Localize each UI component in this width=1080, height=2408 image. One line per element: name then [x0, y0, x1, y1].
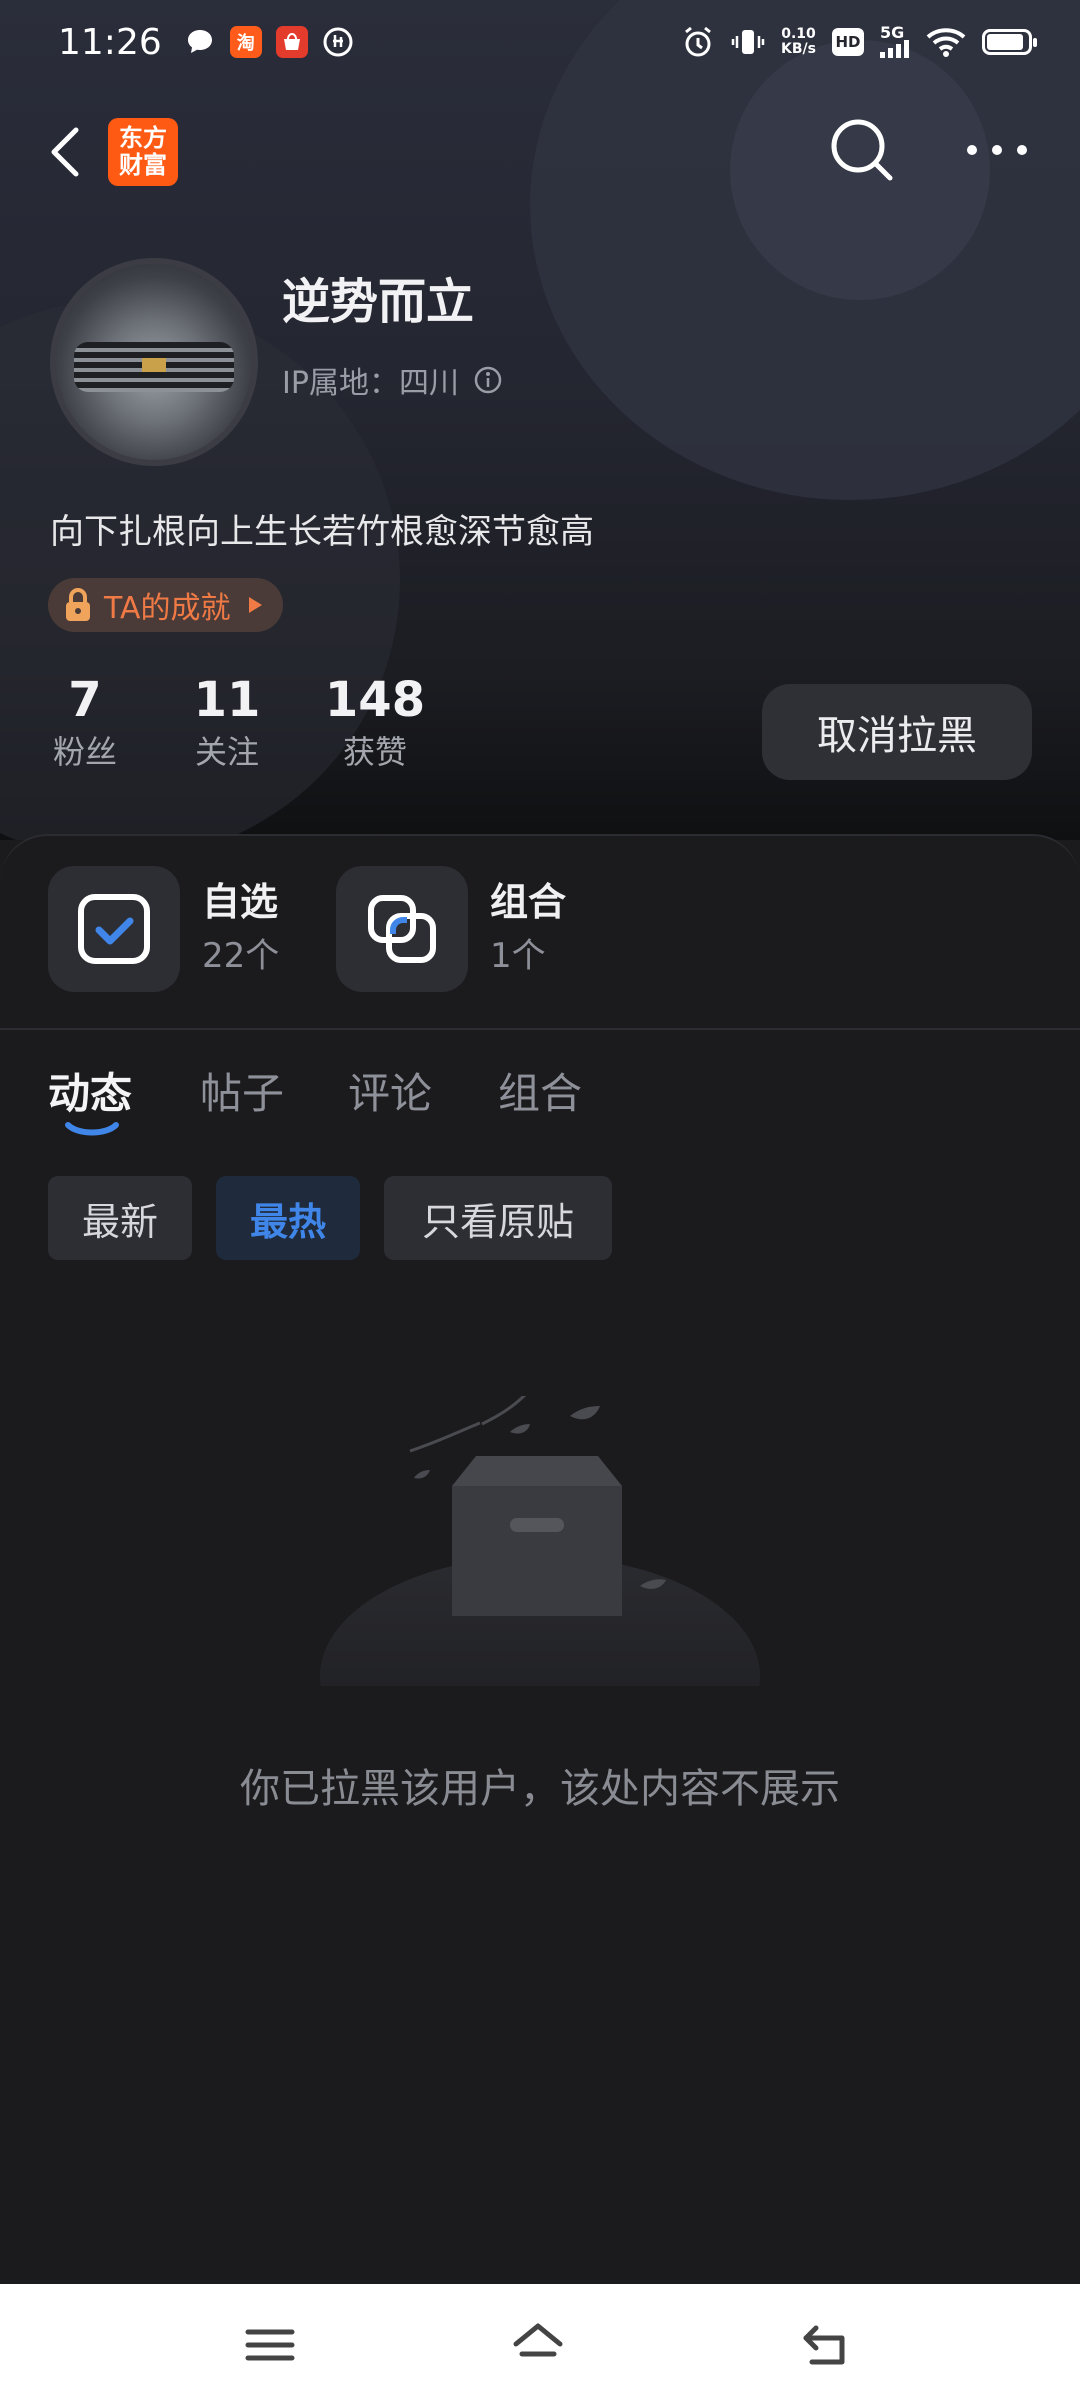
tab-comments[interactable]: 评论 [348, 1060, 432, 1121]
home-icon[interactable] [512, 2320, 564, 2370]
filter-hottest[interactable]: 最热 [216, 1176, 360, 1260]
search-icon[interactable] [826, 114, 898, 186]
signal-bars-icon [880, 40, 909, 58]
watchlist-check-icon [78, 894, 150, 964]
status-time: 11:26 [58, 21, 162, 63]
lock-icon [66, 588, 90, 621]
user-bio: 向下扎根向上生长若竹根愈深节愈高 [50, 512, 594, 552]
menu-icon[interactable] [244, 2320, 296, 2370]
notification-app-icon [323, 27, 353, 57]
filter-original-only[interactable]: 只看原贴 [384, 1176, 612, 1260]
shopping-app-icon [275, 26, 308, 58]
stat-likes[interactable]: 148 获赞 [320, 670, 430, 774]
portfolio-count: 1个 [490, 936, 546, 976]
content-sheet: 自选 22个 组合 1个 动态 帖子 评论 组合 最新 最热 只看原贴 你已拉黑… [0, 834, 1080, 2284]
avatar[interactable] [50, 258, 258, 466]
tab-activity[interactable]: 动态 [48, 1060, 132, 1121]
username: 逆势而立 [282, 274, 475, 330]
divider [0, 1028, 1080, 1030]
taobao-app-icon: 淘 [229, 26, 262, 58]
unblock-button[interactable]: 取消拉黑 [762, 684, 1032, 780]
message-icon [187, 30, 212, 53]
achievements-label: TA的成就 [104, 591, 231, 626]
ip-location: IP属地：四川 [282, 358, 503, 402]
vibrate-icon [731, 30, 765, 54]
portfolio-icon [368, 895, 436, 963]
battery-icon [982, 29, 1037, 55]
filter-latest[interactable]: 最新 [48, 1176, 192, 1260]
watchlist-entry[interactable]: 自选 22个 [48, 866, 279, 992]
portfolio-title: 组合 [490, 880, 567, 924]
profile-stats: 7 粉丝 11 关注 148 获赞 [0, 670, 520, 790]
system-navigation-bar [0, 2284, 1080, 2408]
stat-following[interactable]: 11 关注 [182, 670, 272, 774]
tab-portfolio[interactable]: 组合 [498, 1060, 582, 1121]
empty-box-illustration [320, 1396, 760, 1686]
eastmoney-logo: 东方 财富 [108, 118, 178, 186]
network-speed: 0.10 KB/s [781, 26, 816, 57]
signal-indicator: 5G [880, 25, 910, 58]
status-bar: 11:26 淘 0.10 KB/s HD 5G [0, 0, 1080, 84]
achievements-button[interactable]: TA的成就 [48, 578, 283, 632]
empty-state-message: 你已拉黑该用户，该处内容不展示 [240, 1766, 840, 1812]
back-arrow-icon[interactable] [42, 122, 92, 182]
chevron-right-icon [248, 597, 262, 613]
tab-posts[interactable]: 帖子 [200, 1060, 284, 1121]
more-options-icon[interactable] [962, 130, 1032, 170]
info-icon[interactable] [473, 365, 503, 395]
watchlist-title: 自选 [202, 880, 279, 924]
hd-voice-badge: HD [832, 28, 864, 56]
portfolio-entry[interactable]: 组合 1个 [336, 866, 566, 992]
stat-followers[interactable]: 7 粉丝 [40, 670, 130, 774]
watchlist-count: 22个 [202, 936, 280, 976]
back-icon[interactable] [798, 2320, 850, 2370]
tab-active-indicator [65, 1122, 119, 1136]
wifi-icon [926, 28, 966, 57]
top-nav-bar: 东方 财富 [0, 110, 1080, 192]
alarm-icon [685, 26, 711, 57]
